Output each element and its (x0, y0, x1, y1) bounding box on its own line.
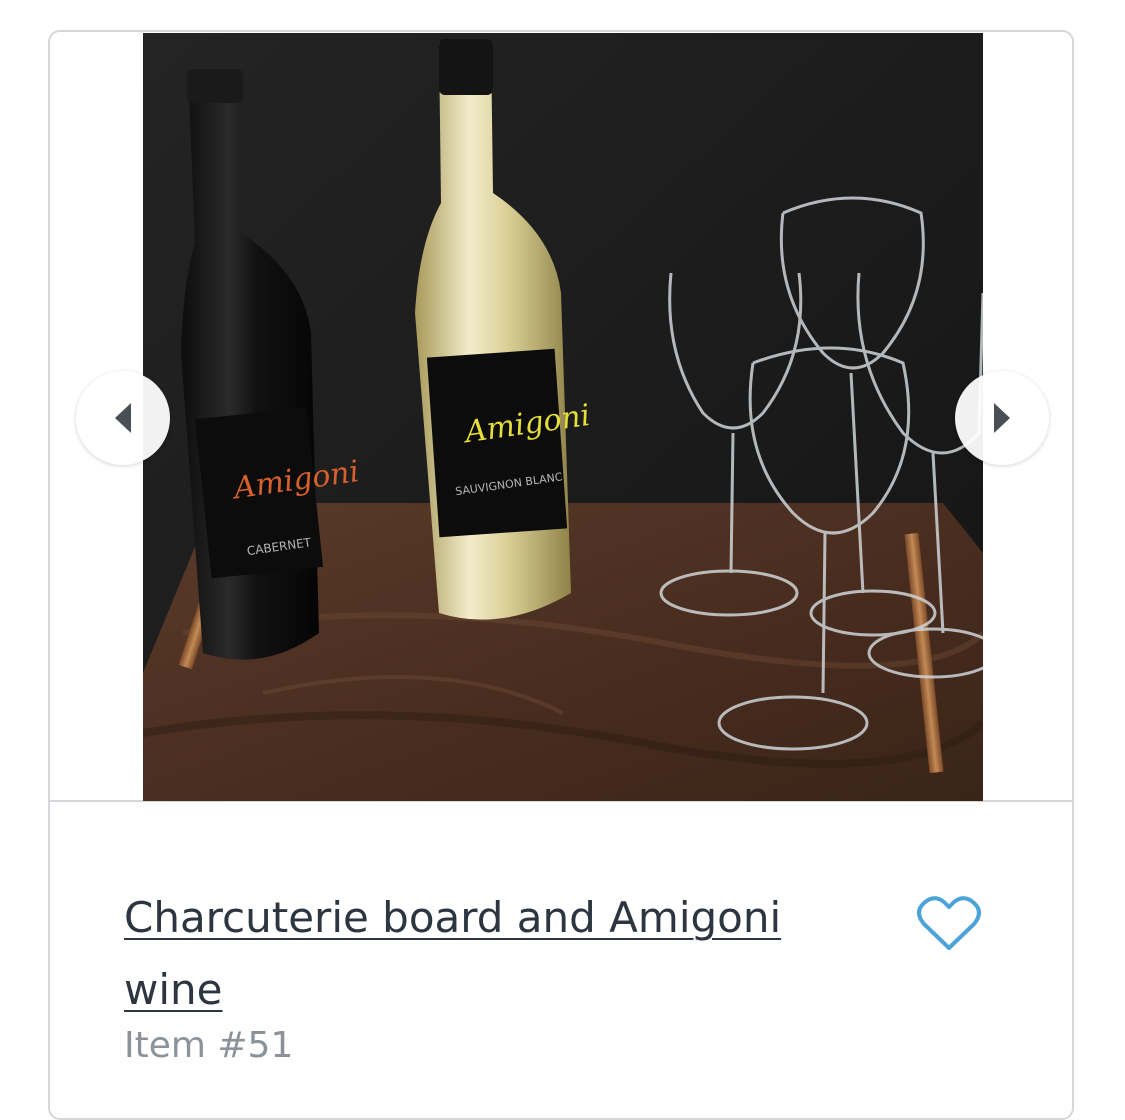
item-photo[interactable]: Amigoni CABERNET Amigoni SAUVIGNON BLANC (143, 33, 983, 801)
favorite-button[interactable] (916, 894, 982, 954)
item-title-link[interactable]: Charcuterie board and Amigoni wine (124, 882, 884, 1026)
heart-outline-icon (917, 896, 981, 950)
item-details: Charcuterie board and Amigoni wine Item … (50, 802, 1072, 1118)
carousel-prev-button[interactable] (76, 371, 170, 465)
carousel-next-button[interactable] (955, 371, 1049, 465)
chevron-right-icon (994, 403, 1010, 433)
auction-item-card: Amigoni CABERNET Amigoni SAUVIGNON BLANC (48, 30, 1074, 1120)
item-number: Item #51 (124, 1025, 294, 1066)
chevron-left-icon (115, 403, 131, 433)
image-carousel: Amigoni CABERNET Amigoni SAUVIGNON BLANC (50, 32, 1072, 802)
